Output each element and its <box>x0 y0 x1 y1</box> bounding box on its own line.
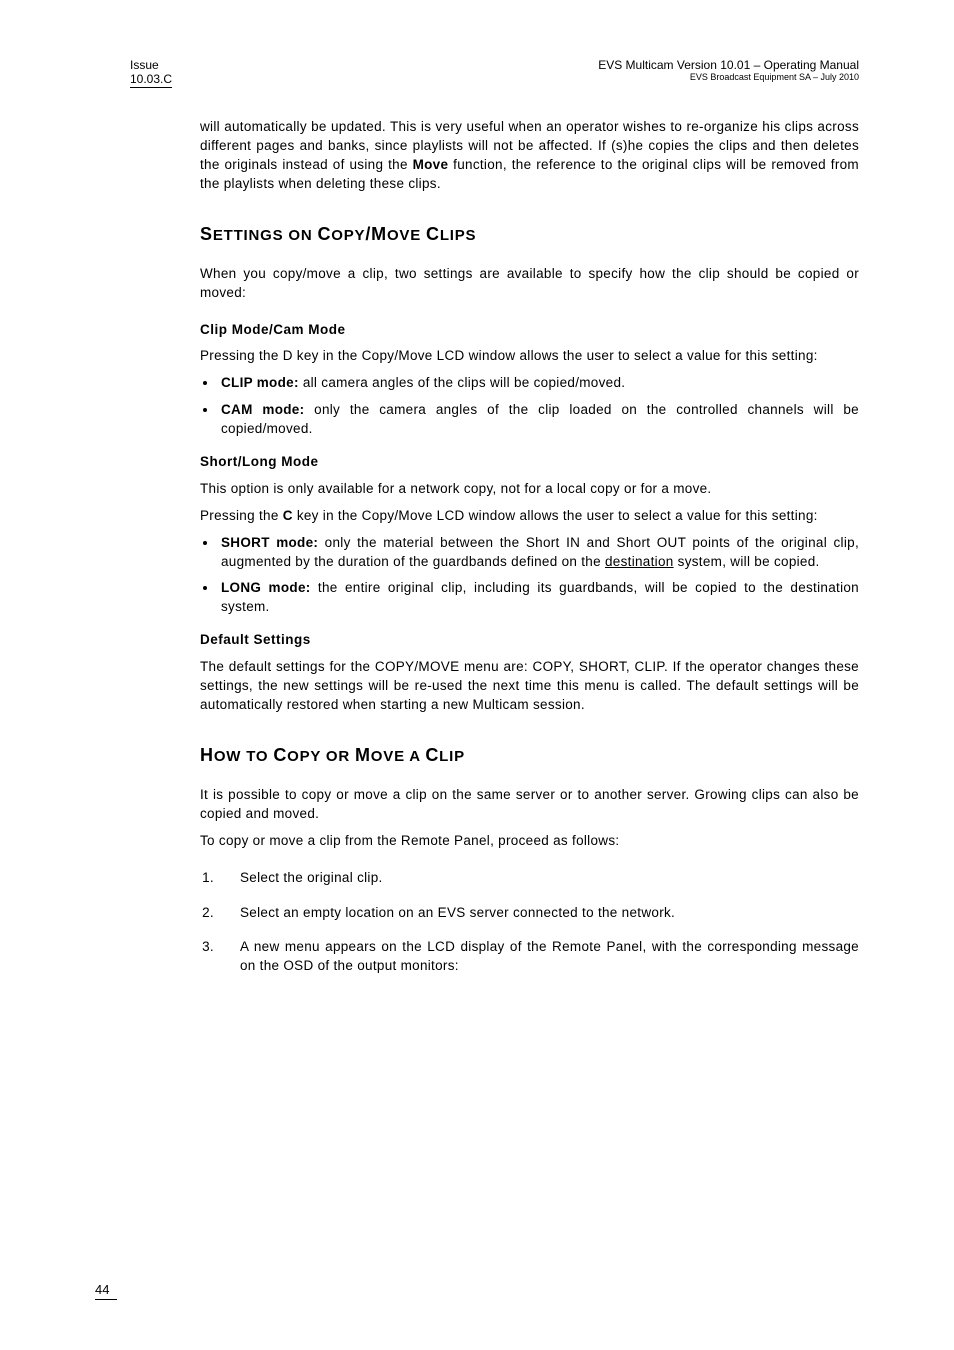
label: LONG mode: <box>221 580 311 595</box>
settings-heading: SETTINGS ON COPY/MOVE CLIPS <box>200 222 859 247</box>
label: CLIP mode: <box>221 375 299 390</box>
default-settings-heading: Default Settings <box>200 631 859 650</box>
step-1: Select the original clip. <box>218 869 859 888</box>
t: OVE <box>387 227 426 244</box>
cap: H <box>200 745 214 765</box>
cap: /M <box>365 224 387 244</box>
cam-mode-item: CAM mode: only the camera angles of the … <box>218 401 859 439</box>
short-long-mode-heading: Short/Long Mode <box>200 453 859 472</box>
clip-mode-item: CLIP mode: all camera angles of the clip… <box>218 374 859 393</box>
move-keyword: Move <box>413 157 449 172</box>
clip-cam-list: CLIP mode: all camera angles of the clip… <box>200 374 859 439</box>
howto-proceed: To copy or move a clip from the Remote P… <box>200 832 859 851</box>
cap: M <box>355 745 371 765</box>
t: LIPS <box>440 227 477 244</box>
issue-number: 10.03.C <box>130 72 172 88</box>
short-long-note: This option is only available for a netw… <box>200 480 859 499</box>
desc: the entire original clip, including its … <box>221 580 859 614</box>
t: OW TO <box>214 748 274 765</box>
issue-label: Issue <box>130 58 172 72</box>
cap: S <box>200 224 213 244</box>
cap: C <box>273 745 287 765</box>
label: SHORT mode: <box>221 535 318 550</box>
c-key: C <box>283 508 293 523</box>
howto-intro: It is possible to copy or move a clip on… <box>200 786 859 824</box>
settings-intro: When you copy/move a clip, two settings … <box>200 265 859 303</box>
cap: C <box>426 224 440 244</box>
cap: C <box>317 224 331 244</box>
desc: only the camera angles of the clip loade… <box>221 402 859 436</box>
company-date: EVS Broadcast Equipment SA – July 2010 <box>598 72 859 82</box>
howto-steps: Select the original clip. Select an empt… <box>200 869 859 977</box>
t: ETTINGS ON <box>213 227 318 244</box>
desc: all camera angles of the clips will be c… <box>299 375 626 390</box>
step-2: Select an empty location on an EVS serve… <box>218 904 859 923</box>
cap: C <box>425 745 439 765</box>
intro-paragraph: will automatically be updated. This is v… <box>200 118 859 194</box>
header-right: EVS Multicam Version 10.01 – Operating M… <box>598 58 859 82</box>
desc: system, will be copied. <box>674 554 820 569</box>
long-mode-item: LONG mode: the entire original clip, inc… <box>218 579 859 617</box>
t: OPY OR <box>287 748 355 765</box>
step-3: A new menu appears on the LCD display of… <box>218 938 859 976</box>
page-content: will automatically be updated. This is v… <box>200 118 859 976</box>
destination-underline: destination <box>605 554 674 569</box>
t: OVE A <box>371 748 426 765</box>
t: OPY <box>331 227 365 244</box>
clip-cam-desc: Pressing the D key in the Copy/Move LCD … <box>200 347 859 366</box>
text: key in the Copy/Move LCD window allows t… <box>293 508 818 523</box>
page-header: Issue 10.03.C EVS Multicam Version 10.01… <box>130 58 859 88</box>
header-left: Issue 10.03.C <box>130 58 172 88</box>
text: Pressing the <box>200 508 283 523</box>
manual-title: EVS Multicam Version 10.01 – Operating M… <box>598 58 859 72</box>
clip-cam-mode-heading: Clip Mode/Cam Mode <box>200 321 859 340</box>
short-long-list: SHORT mode: only the material between th… <box>200 534 859 618</box>
page-number: 44 <box>95 1282 117 1300</box>
short-long-desc: Pressing the C key in the Copy/Move LCD … <box>200 507 859 526</box>
t: LIP <box>439 748 465 765</box>
label: CAM mode: <box>221 402 304 417</box>
default-settings-desc: The default settings for the COPY/MOVE m… <box>200 658 859 715</box>
short-mode-item: SHORT mode: only the material between th… <box>218 534 859 572</box>
howto-heading: HOW TO COPY OR MOVE A CLIP <box>200 743 859 768</box>
